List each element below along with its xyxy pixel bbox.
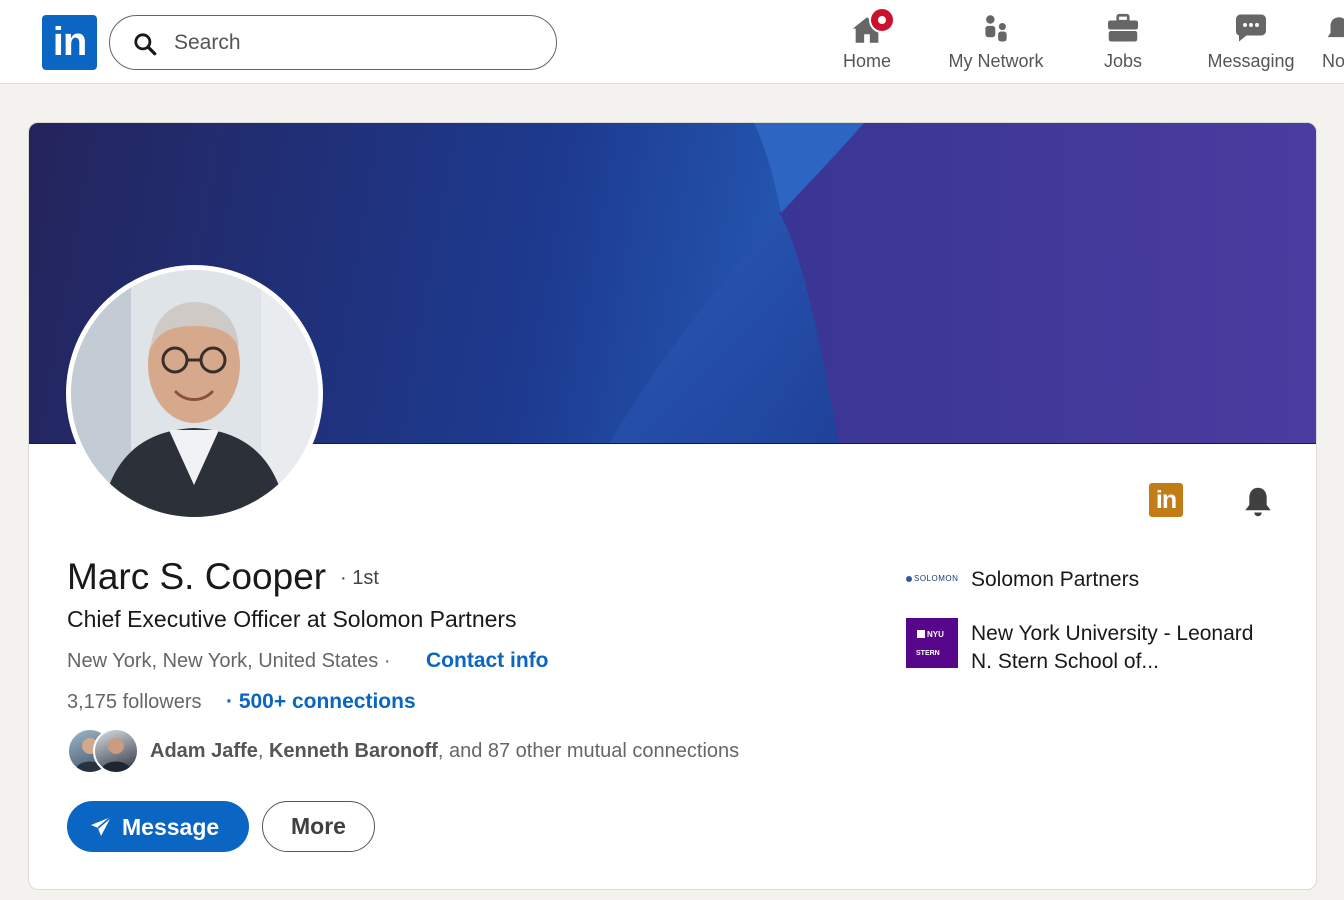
message-button[interactable]: Message — [67, 801, 249, 852]
people-icon — [938, 10, 1054, 48]
home-icon — [832, 7, 902, 48]
stern-logo-text: STERN — [916, 650, 940, 657]
nav-notifications[interactable]: No — [1322, 10, 1344, 80]
briefcase-icon — [1093, 10, 1153, 48]
profile-name: Marc S. Cooper — [67, 556, 327, 597]
nav-home-label: Home — [842, 51, 891, 71]
contact-info-link[interactable]: Contact info — [426, 649, 548, 673]
followers-count: 3,175 followers — [67, 691, 202, 713]
profile-location: New York, New York, United States · — [67, 650, 391, 673]
profile-photo[interactable] — [66, 265, 323, 522]
solomon-partners-logo: SOLOMON — [906, 567, 958, 591]
top-navigation-bar: in Home My Network — [0, 0, 1344, 84]
location-separator: · — [383, 650, 391, 672]
message-button-label: Message — [122, 814, 220, 840]
more-button[interactable]: More — [262, 801, 375, 852]
profile-photo-image — [71, 270, 318, 517]
education-link[interactable]: New York University - Leonard N. Stern S… — [971, 620, 1271, 676]
chat-icon — [1200, 10, 1302, 48]
search-icon — [134, 33, 157, 56]
mutual-connections-text[interactable]: Adam Jaffe, Kenneth Baronoff, and 87 oth… — [150, 740, 739, 763]
nyu-logo-text: NYU — [917, 630, 944, 639]
search-bar[interactable] — [109, 15, 557, 70]
mutual-name-2[interactable]: Kenneth Baronoff — [269, 740, 438, 762]
nav-jobs[interactable]: Jobs — [1093, 10, 1153, 80]
nav-my-network[interactable]: My Network — [938, 10, 1054, 80]
current-company-link[interactable]: Solomon Partners — [971, 568, 1139, 592]
connection-degree: · 1st — [340, 567, 379, 589]
avatar — [93, 728, 139, 774]
send-icon — [91, 816, 112, 836]
mutual-connection-avatars[interactable] — [67, 728, 139, 774]
mutual-name-1[interactable]: Adam Jaffe — [150, 740, 258, 762]
linkedin-logo[interactable]: in — [42, 15, 97, 70]
location-text: New York, New York, United States — [67, 650, 379, 672]
linkedin-premium-icon[interactable]: in — [1149, 483, 1183, 517]
mutual-rest: , and 87 other mutual connections — [437, 740, 740, 762]
follow-bell-icon[interactable] — [1240, 484, 1276, 520]
nav-my-network-label: My Network — [948, 51, 1044, 71]
bell-icon — [1322, 10, 1344, 48]
nav-jobs-label: Jobs — [1103, 51, 1143, 71]
nav-notifications-label: No — [1322, 51, 1344, 71]
nav-messaging-label: Messaging — [1207, 51, 1295, 71]
notification-badge — [869, 7, 895, 33]
nyu-stern-logo: NYU STERN — [906, 618, 958, 668]
connections-link[interactable]: · 500+ connections — [226, 690, 416, 714]
nav-home[interactable]: Home — [832, 7, 902, 80]
nav-messaging[interactable]: Messaging — [1200, 10, 1302, 80]
profile-headline: Chief Executive Officer at Solomon Partn… — [67, 606, 517, 632]
search-input[interactable] — [174, 26, 534, 60]
mutual-separator: , — [257, 740, 269, 762]
